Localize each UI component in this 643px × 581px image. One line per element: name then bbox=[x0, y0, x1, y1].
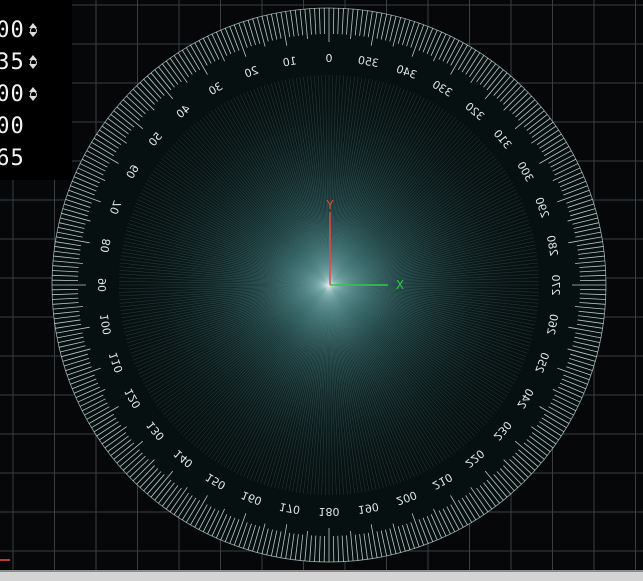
protractor-dial: 0102030405060708090100110120130140150160… bbox=[51, 7, 607, 563]
readout-value-4[interactable]: 000 bbox=[0, 114, 25, 139]
readout-value-5[interactable]: 065 bbox=[0, 146, 25, 171]
readout-row-2: 935 bbox=[0, 47, 39, 77]
readout-row-4: 000 bbox=[0, 111, 25, 141]
status-marker bbox=[0, 559, 10, 561]
readout-row-5: 065 bbox=[0, 143, 25, 173]
protractor-scene: 0102030405060708090100110120130140150160… bbox=[0, 0, 643, 570]
spinner-icon[interactable] bbox=[28, 23, 39, 37]
degree-label: 180 bbox=[319, 505, 340, 518]
value-readout-panel: 000 935 000 000 065 bbox=[0, 0, 72, 180]
readout-value-1[interactable]: 000 bbox=[0, 18, 25, 43]
3d-viewport[interactable]: 0 10 20 30 40 50 60 70 80 90 100 110 120 130 140 150 160… bbox=[0, 0, 643, 570]
status-bar bbox=[0, 570, 643, 581]
readout-row-3: 000 bbox=[0, 79, 39, 109]
degree-label: 90 bbox=[96, 278, 109, 292]
readout-value-2[interactable]: 935 bbox=[0, 50, 25, 75]
readout-value-3[interactable]: 000 bbox=[0, 82, 25, 107]
degree-label: 0 bbox=[326, 52, 333, 65]
x-axis-label: X bbox=[396, 278, 404, 292]
degree-label: 80 bbox=[98, 238, 113, 254]
y-axis-label: Y bbox=[325, 198, 334, 212]
readout-row-1: 000 bbox=[0, 15, 39, 45]
spinner-icon[interactable] bbox=[28, 55, 39, 69]
degree-label: 10 bbox=[282, 54, 298, 69]
spinner-icon[interactable] bbox=[28, 87, 39, 101]
degree-label: 270 bbox=[549, 275, 562, 296]
